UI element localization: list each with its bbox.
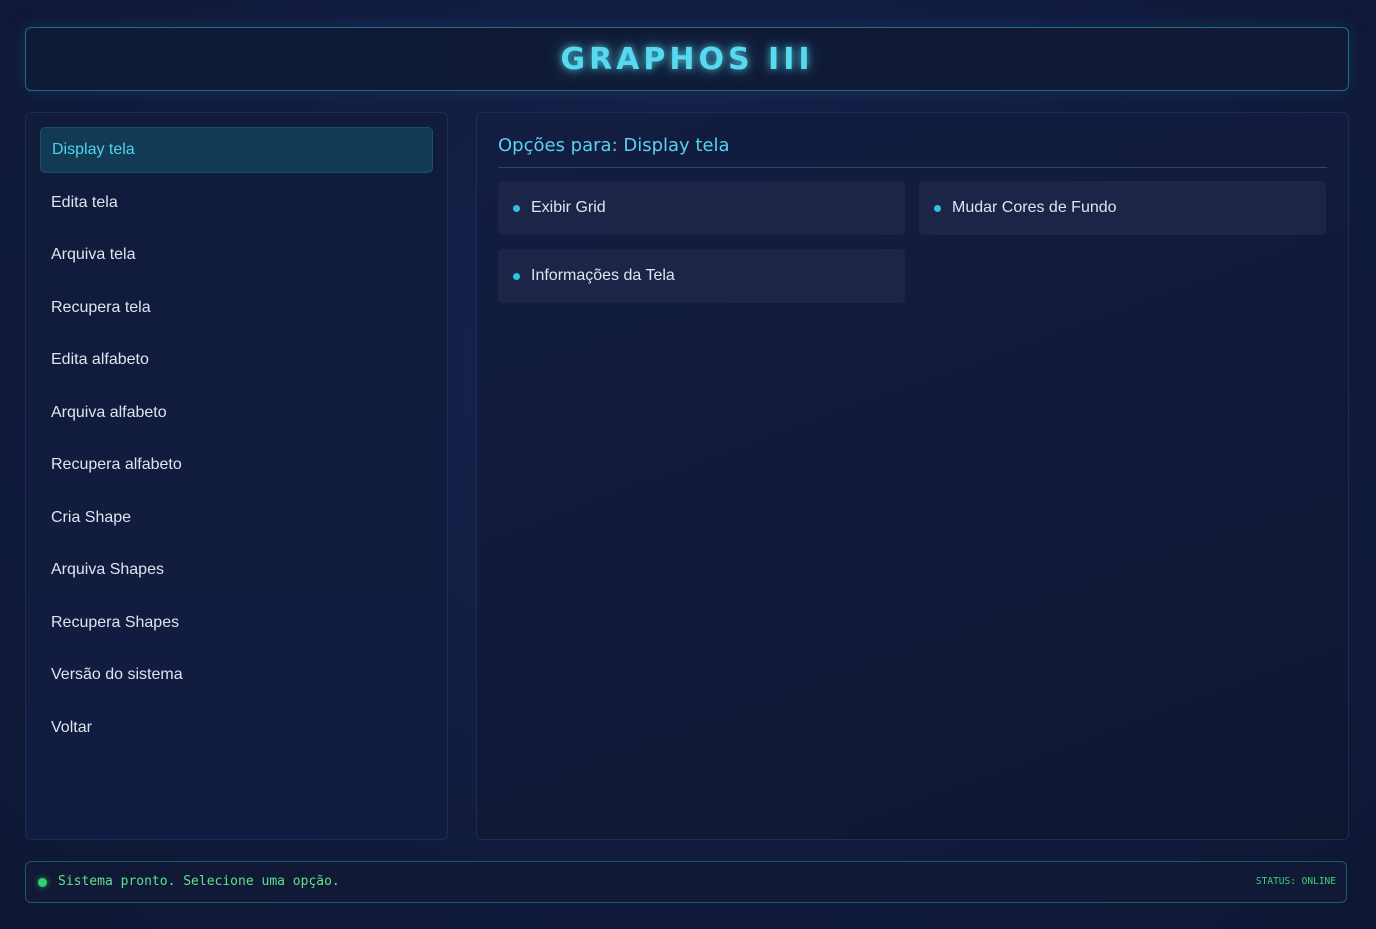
sidebar-item-label: Arquiva tela [51, 246, 136, 263]
bullet-icon [934, 204, 941, 212]
sidebar-item-label: Edita alfabeto [51, 351, 149, 368]
status-message: Sistema pronto. Selecione uma opção. [58, 874, 340, 889]
options-title: Opções para: Display tela [498, 135, 1327, 168]
sidebar-item-cria-shape[interactable]: Cria Shape [40, 495, 433, 541]
sidebar-item-recupera-alfabeto[interactable]: Recupera alfabeto [40, 442, 433, 488]
option-exibir-grid[interactable]: Exibir Grid [498, 181, 905, 235]
sidebar-item-label: Edita tela [51, 194, 118, 211]
option-label: Exibir Grid [531, 199, 606, 216]
bullet-icon [513, 272, 520, 280]
option-informacoes-tela[interactable]: Informações da Tela [498, 249, 905, 303]
sidebar-item-recupera-shapes[interactable]: Recupera Shapes [40, 600, 433, 646]
sidebar-item-versao-sistema[interactable]: Versão do sistema [40, 652, 433, 698]
sidebar-item-arquiva-alfabeto[interactable]: Arquiva alfabeto [40, 390, 433, 436]
sidebar-item-label: Recupera tela [51, 299, 151, 316]
sidebar-item-label: Recupera Shapes [51, 614, 180, 631]
sidebar-item-label: Arquiva Shapes [51, 561, 164, 578]
status-bar: Sistema pronto. Selecione uma opção. STA… [25, 861, 1347, 903]
option-label: Informações da Tela [531, 267, 675, 284]
sidebar-item-edita-tela[interactable]: Edita tela [40, 180, 433, 226]
status-indicator-icon [38, 878, 47, 887]
option-mudar-cores-fundo[interactable]: Mudar Cores de Fundo [919, 181, 1326, 235]
bullet-icon [513, 204, 520, 212]
sidebar-item-display-tela[interactable]: Display tela [40, 127, 433, 173]
status-badge: STATUS: ONLINE [1255, 876, 1336, 887]
sidebar-item-label: Arquiva alfabeto [51, 404, 167, 421]
app-title: GRAPHOS III [560, 41, 814, 77]
sidebar-item-label: Voltar [51, 719, 92, 736]
sidebar-item-arquiva-shapes[interactable]: Arquiva Shapes [40, 547, 433, 593]
sidebar-item-arquiva-tela[interactable]: Arquiva tela [40, 232, 433, 278]
sidebar-item-edita-alfabeto[interactable]: Edita alfabeto [40, 337, 433, 383]
sidebar-item-recupera-tela[interactable]: Recupera tela [40, 285, 433, 331]
sidebar-item-label: Recupera alfabeto [51, 456, 182, 473]
sidebar-item-label: Display tela [52, 141, 135, 158]
sidebar-menu: Display tela Edita tela Arquiva tela Rec… [25, 112, 448, 840]
sidebar-item-label: Versão do sistema [51, 666, 183, 683]
options-panel: Opções para: Display tela Exibir Grid Mu… [476, 112, 1349, 840]
sidebar-item-label: Cria Shape [51, 509, 132, 526]
app-header: GRAPHOS III [25, 27, 1349, 91]
sidebar-item-voltar[interactable]: Voltar [40, 705, 433, 751]
option-label: Mudar Cores de Fundo [952, 199, 1117, 216]
